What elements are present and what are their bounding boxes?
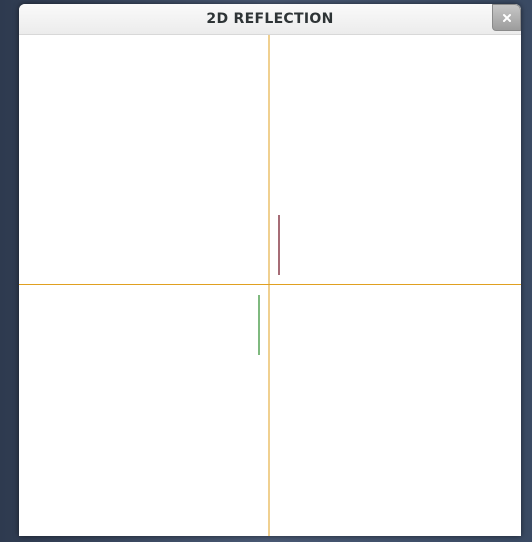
drawing-canvas (19, 35, 521, 536)
app-window: 2D REFLECTION (19, 4, 521, 536)
close-icon (502, 13, 512, 23)
reflection-plot (19, 35, 521, 536)
close-button[interactable] (492, 4, 521, 31)
title-bar[interactable]: 2D REFLECTION (19, 4, 521, 35)
window-title: 2D REFLECTION (206, 11, 334, 27)
